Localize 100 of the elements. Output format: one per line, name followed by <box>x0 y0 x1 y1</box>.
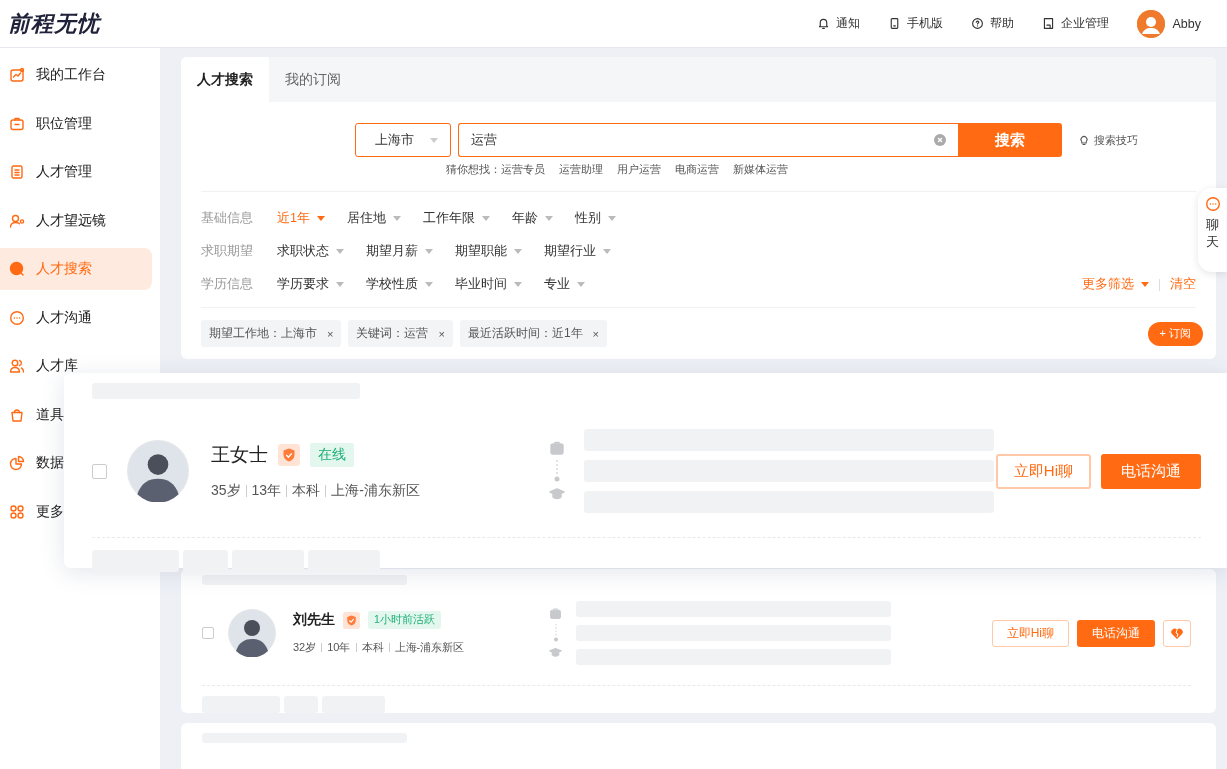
filter-dropdown[interactable]: 年龄 <box>511 210 553 227</box>
graduation-cap-icon <box>549 486 565 502</box>
candidate-detail: 13年 <box>251 482 282 500</box>
caret-icon <box>336 249 344 254</box>
broken-heart-icon <box>1171 627 1183 639</box>
grid-icon <box>9 503 25 520</box>
sidebar-item[interactable]: 更多 <box>0 490 64 533</box>
briefcase-icon <box>549 440 565 456</box>
chat-icon <box>1204 196 1221 212</box>
help-icon <box>970 17 984 30</box>
filter-dropdown[interactable]: 学历要求 <box>277 276 344 293</box>
placeholder-bar <box>308 550 380 572</box>
sidebar-item[interactable]: 人才沟通 <box>0 296 92 339</box>
placeholder-bar <box>183 550 228 572</box>
sidebar-item[interactable]: 人才望远镜 <box>0 199 106 242</box>
sidebar-item[interactable]: 数据 <box>0 442 64 484</box>
suggestion-link[interactable]: 新媒体运营 <box>733 163 788 177</box>
sidebar-item[interactable]: 人才管理 <box>0 151 92 193</box>
filter-group-label: 基础信息 <box>201 210 254 227</box>
placeholder-bar <box>232 550 304 572</box>
shield-icon <box>278 444 300 466</box>
keyword-field[interactable]: 运营 <box>458 123 958 157</box>
candidate-detail: 10年 <box>327 640 351 655</box>
pie-chart-icon <box>9 455 25 471</box>
suggestion-link[interactable]: 电商运营 <box>675 163 719 177</box>
chip-label: 期望工作地：上海市 <box>209 325 317 342</box>
sidebar-item[interactable]: 道具 <box>0 393 64 436</box>
caret-icon <box>514 249 522 254</box>
status-badge: 在线 <box>310 443 354 467</box>
filter-dropdown[interactable]: 居住地 <box>346 210 401 227</box>
suggestion-link[interactable]: 运营专员 <box>501 163 545 177</box>
caret-icon <box>544 216 553 221</box>
nav-link[interactable]: 手机版 <box>887 15 943 32</box>
city-select[interactable]: 上海市 <box>355 123 451 157</box>
chat-label: 聊天 <box>1206 217 1219 251</box>
caret-icon <box>1141 282 1149 287</box>
candidate-detail: 上海-浦东新区 <box>394 640 465 655</box>
caret-icon <box>316 216 325 221</box>
filter-group-label: 学历信息 <box>201 276 254 293</box>
document-icon <box>9 164 25 180</box>
nav-link[interactable]: 通知 <box>816 15 860 32</box>
tab[interactable]: 人才搜索 <box>181 57 269 102</box>
tab[interactable]: 我的订阅 <box>269 57 357 102</box>
filter-dropdown[interactable]: 工作年限 <box>422 210 490 227</box>
chip-label: 关键词：运营 <box>356 325 429 342</box>
caret-icon <box>481 216 490 221</box>
timeline-connector <box>554 460 560 482</box>
filter-dropdown[interactable]: 性别 <box>574 210 616 227</box>
person-star-icon <box>9 212 25 229</box>
search-tips-link[interactable]: 搜索技巧 <box>1072 131 1144 149</box>
briefcase-icon <box>9 115 25 132</box>
caret-icon <box>577 282 585 287</box>
chat-icon <box>9 309 25 326</box>
filter-dropdown[interactable]: 求职状态 <box>277 243 344 260</box>
graduation-cap-icon <box>549 646 562 659</box>
filter-dropdown[interactable]: 毕业时间 <box>455 276 522 293</box>
chat-float-button[interactable]: 聊天 <box>1198 188 1227 272</box>
remove-button[interactable]: × <box>592 327 599 340</box>
search-icon <box>9 261 25 277</box>
timeline-connector <box>552 624 559 642</box>
filter-dropdown[interactable]: 期望职能 <box>455 243 522 260</box>
lightbulb-icon <box>1078 134 1090 146</box>
user-menu[interactable]: Abby <box>1136 9 1201 38</box>
avatar-icon <box>1136 9 1165 38</box>
sidebar-item[interactable]: 职位管理 <box>0 102 92 145</box>
nav-link[interactable]: 企业管理 <box>1041 15 1109 32</box>
chart-icon <box>9 67 25 83</box>
clear-icon[interactable] <box>934 134 946 146</box>
candidate-detail: 32岁 <box>293 640 317 655</box>
suggestion-link[interactable]: 用户运营 <box>617 163 661 177</box>
favorite-button[interactable] <box>1163 619 1191 647</box>
chip-label: 最近活跃时间：近1年 <box>467 325 583 342</box>
sidebar-item[interactable]: 我的工作台 <box>0 54 106 96</box>
people-icon <box>9 358 25 374</box>
caret-icon <box>392 216 401 221</box>
select-checkbox[interactable] <box>202 627 214 639</box>
candidate-detail: 上海-浦东新区 <box>331 482 420 500</box>
caret-icon <box>514 282 522 287</box>
candidate-detail: 本科 <box>292 482 321 500</box>
caret-icon <box>425 282 433 287</box>
filter-dropdown[interactable]: 学校性质 <box>366 276 433 293</box>
avatar <box>127 440 189 502</box>
bell-icon <box>816 17 830 30</box>
filter-dropdown[interactable]: 期望行业 <box>544 243 611 260</box>
filter-group-label: 求职期望 <box>201 243 254 260</box>
nav-link[interactable]: 帮助 <box>970 15 1014 32</box>
remove-button[interactable]: × <box>327 327 334 340</box>
suggest-label: 猜你想找： <box>446 163 501 177</box>
filter-dropdown[interactable]: 期望月薪 <box>366 243 433 260</box>
candidate-name[interactable]: 刘先生 <box>293 611 335 629</box>
select-checkbox[interactable] <box>92 463 107 479</box>
suggestion-link[interactable]: 运营助理 <box>559 163 603 177</box>
candidate-name[interactable]: 王女士 <box>211 442 268 468</box>
sidebar-item[interactable]: 人才库 <box>0 345 78 387</box>
status-badge: 1小时前活跃 <box>368 611 441 629</box>
filter-dropdown[interactable]: 专业 <box>544 276 585 293</box>
logo[interactable]: 前程无忧 <box>8 8 100 39</box>
avatar <box>228 609 276 657</box>
remove-button[interactable]: × <box>438 327 445 340</box>
shopping-bag-icon <box>9 406 25 423</box>
